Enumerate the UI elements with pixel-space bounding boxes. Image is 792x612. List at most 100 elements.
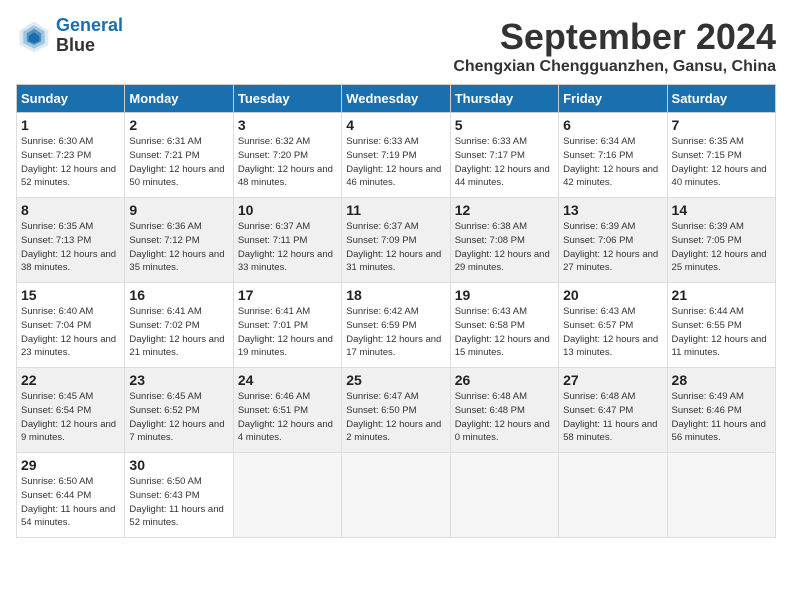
day-number: 16 (129, 287, 228, 303)
calendar-week-row: 1Sunrise: 6:30 AMSunset: 7:23 PMDaylight… (17, 113, 776, 198)
day-number: 27 (563, 372, 662, 388)
calendar-cell: 7Sunrise: 6:35 AMSunset: 7:15 PMDaylight… (667, 113, 775, 198)
calendar-cell: 28Sunrise: 6:49 AMSunset: 6:46 PMDayligh… (667, 368, 775, 453)
day-info: Sunrise: 6:48 AMSunset: 6:48 PMDaylight:… (455, 390, 554, 445)
day-number: 20 (563, 287, 662, 303)
calendar-header-row: SundayMondayTuesdayWednesdayThursdayFrid… (17, 85, 776, 113)
calendar-table: SundayMondayTuesdayWednesdayThursdayFrid… (16, 84, 776, 538)
calendar-header-friday: Friday (559, 85, 667, 113)
day-info: Sunrise: 6:46 AMSunset: 6:51 PMDaylight:… (238, 390, 337, 445)
day-number: 17 (238, 287, 337, 303)
day-number: 6 (563, 117, 662, 133)
day-number: 3 (238, 117, 337, 133)
day-info: Sunrise: 6:34 AMSunset: 7:16 PMDaylight:… (563, 135, 662, 190)
calendar-cell: 13 Sunrise: 6:39 AMSunset: 7:06 PMDayligh… (559, 198, 667, 283)
day-number: 24 (238, 372, 337, 388)
calendar-header-wednesday: Wednesday (342, 85, 450, 113)
calendar-week-row: 8 Sunrise: 6:35 AMSunset: 7:13 PMDaylight… (17, 198, 776, 283)
calendar-cell: 8 Sunrise: 6:35 AMSunset: 7:13 PMDaylight… (17, 198, 125, 283)
calendar-week-row: 22 Sunrise: 6:45 AMSunset: 6:54 PMDayligh… (17, 368, 776, 453)
month-title: September 2024 (453, 16, 776, 58)
calendar-cell: 10 Sunrise: 6:37 AMSunset: 7:11 PMDayligh… (233, 198, 341, 283)
calendar-header-saturday: Saturday (667, 85, 775, 113)
calendar-cell: 16 Sunrise: 6:41 AMSunset: 7:02 PMDayligh… (125, 283, 233, 368)
day-number: 18 (346, 287, 445, 303)
day-number: 30 (129, 457, 228, 473)
logo-icon (16, 18, 52, 54)
calendar-cell: 15 Sunrise: 6:40 AMSunset: 7:04 PMDayligh… (17, 283, 125, 368)
calendar-cell: 20 Sunrise: 6:43 AMSunset: 6:57 PMDayligh… (559, 283, 667, 368)
day-info: Sunrise: 6:43 AMSunset: 6:58 PMDaylight:… (455, 305, 554, 360)
day-number: 21 (672, 287, 771, 303)
day-number: 4 (346, 117, 445, 133)
page-header: GeneralBlue September 2024 Chengxian Che… (16, 16, 776, 76)
day-number: 1 (21, 117, 120, 133)
day-number: 13 (563, 202, 662, 218)
day-number: 7 (672, 117, 771, 133)
day-info: Sunrise: 6:37 AMSunset: 7:11 PMDaylight:… (238, 220, 337, 275)
logo-text: GeneralBlue (56, 16, 123, 56)
day-info: Sunrise: 6:39 AMSunset: 7:05 PMDaylight:… (672, 220, 771, 275)
day-number: 29 (21, 457, 120, 473)
day-number: 15 (21, 287, 120, 303)
day-info: Sunrise: 6:45 AMSunset: 6:52 PMDaylight:… (129, 390, 228, 445)
day-number: 26 (455, 372, 554, 388)
day-info: Sunrise: 6:39 AMSunset: 7:06 PMDaylight:… (563, 220, 662, 275)
calendar-cell: 4 Sunrise: 6:33 AMSunset: 7:19 PMDaylight… (342, 113, 450, 198)
calendar-header-thursday: Thursday (450, 85, 558, 113)
calendar-cell (667, 453, 775, 538)
day-info: Sunrise: 6:33 AMSunset: 7:17 PMDaylight:… (455, 135, 554, 190)
calendar-cell: 17 Sunrise: 6:41 AMSunset: 7:01 PMDayligh… (233, 283, 341, 368)
calendar-cell: 25 Sunrise: 6:47 AMSunset: 6:50 PMDayligh… (342, 368, 450, 453)
location: Chengxian Chengguanzhen, Gansu, China (453, 58, 776, 76)
calendar-cell: 6 Sunrise: 6:34 AMSunset: 7:16 PMDaylight… (559, 113, 667, 198)
day-info: Sunrise: 6:47 AMSunset: 6:50 PMDaylight:… (346, 390, 445, 445)
day-number: 8 (21, 202, 120, 218)
day-info: Sunrise: 6:41 AMSunset: 7:02 PMDaylight:… (129, 305, 228, 360)
calendar-cell: 26 Sunrise: 6:48 AMSunset: 6:48 PMDayligh… (450, 368, 558, 453)
day-info: Sunrise: 6:33 AMSunset: 7:19 PMDaylight:… (346, 135, 445, 190)
day-info: Sunrise: 6:50 AMSunset: 6:43 PMDaylight:… (129, 475, 228, 530)
day-info: Sunrise: 6:44 AMSunset: 6:55 PMDaylight:… (672, 305, 771, 360)
calendar-cell: 3Sunrise: 6:32 AMSunset: 7:20 PMDaylight… (233, 113, 341, 198)
day-number: 22 (21, 372, 120, 388)
day-info: Sunrise: 6:45 AMSunset: 6:54 PMDaylight:… (21, 390, 120, 445)
day-number: 2 (129, 117, 228, 133)
calendar-cell: 12 Sunrise: 6:38 AMSunset: 7:08 PMDayligh… (450, 198, 558, 283)
day-info: Sunrise: 6:38 AMSunset: 7:08 PMDaylight:… (455, 220, 554, 275)
day-number: 25 (346, 372, 445, 388)
day-info: Sunrise: 6:48 AMSunset: 6:47 PMDaylight:… (563, 390, 662, 445)
day-number: 9 (129, 202, 228, 218)
calendar-cell: 24 Sunrise: 6:46 AMSunset: 6:51 PMDayligh… (233, 368, 341, 453)
day-info: Sunrise: 6:37 AMSunset: 7:09 PMDaylight:… (346, 220, 445, 275)
calendar-cell: 30 Sunrise: 6:50 AMSunset: 6:43 PMDayligh… (125, 453, 233, 538)
day-info: Sunrise: 6:40 AMSunset: 7:04 PMDaylight:… (21, 305, 120, 360)
calendar-cell: 19Sunrise: 6:43 AMSunset: 6:58 PMDayligh… (450, 283, 558, 368)
day-number: 23 (129, 372, 228, 388)
calendar-cell: 29 Sunrise: 6:50 AMSunset: 6:44 PMDayligh… (17, 453, 125, 538)
calendar-cell: 9 Sunrise: 6:36 AMSunset: 7:12 PMDaylight… (125, 198, 233, 283)
day-info: Sunrise: 6:42 AMSunset: 6:59 PMDaylight:… (346, 305, 445, 360)
calendar-cell: 23 Sunrise: 6:45 AMSunset: 6:52 PMDayligh… (125, 368, 233, 453)
calendar-cell (559, 453, 667, 538)
calendar-header-tuesday: Tuesday (233, 85, 341, 113)
day-info: Sunrise: 6:41 AMSunset: 7:01 PMDaylight:… (238, 305, 337, 360)
day-number: 14 (672, 202, 771, 218)
day-number: 5 (455, 117, 554, 133)
day-number: 12 (455, 202, 554, 218)
calendar-header-monday: Monday (125, 85, 233, 113)
day-info: Sunrise: 6:35 AMSunset: 7:13 PMDaylight:… (21, 220, 120, 275)
day-info: Sunrise: 6:43 AMSunset: 6:57 PMDaylight:… (563, 305, 662, 360)
calendar-cell: 18 Sunrise: 6:42 AMSunset: 6:59 PMDayligh… (342, 283, 450, 368)
day-info: Sunrise: 6:36 AMSunset: 7:12 PMDaylight:… (129, 220, 228, 275)
day-number: 28 (672, 372, 771, 388)
calendar-cell (233, 453, 341, 538)
logo: GeneralBlue (16, 16, 123, 56)
day-info: Sunrise: 6:50 AMSunset: 6:44 PMDaylight:… (21, 475, 120, 530)
day-number: 10 (238, 202, 337, 218)
day-info: Sunrise: 6:31 AMSunset: 7:21 PMDaylight:… (129, 135, 228, 190)
calendar-cell: 22 Sunrise: 6:45 AMSunset: 6:54 PMDayligh… (17, 368, 125, 453)
calendar-cell: 27 Sunrise: 6:48 AMSunset: 6:47 PMDayligh… (559, 368, 667, 453)
calendar-cell (342, 453, 450, 538)
calendar-cell: 2 Sunrise: 6:31 AMSunset: 7:21 PMDaylight… (125, 113, 233, 198)
